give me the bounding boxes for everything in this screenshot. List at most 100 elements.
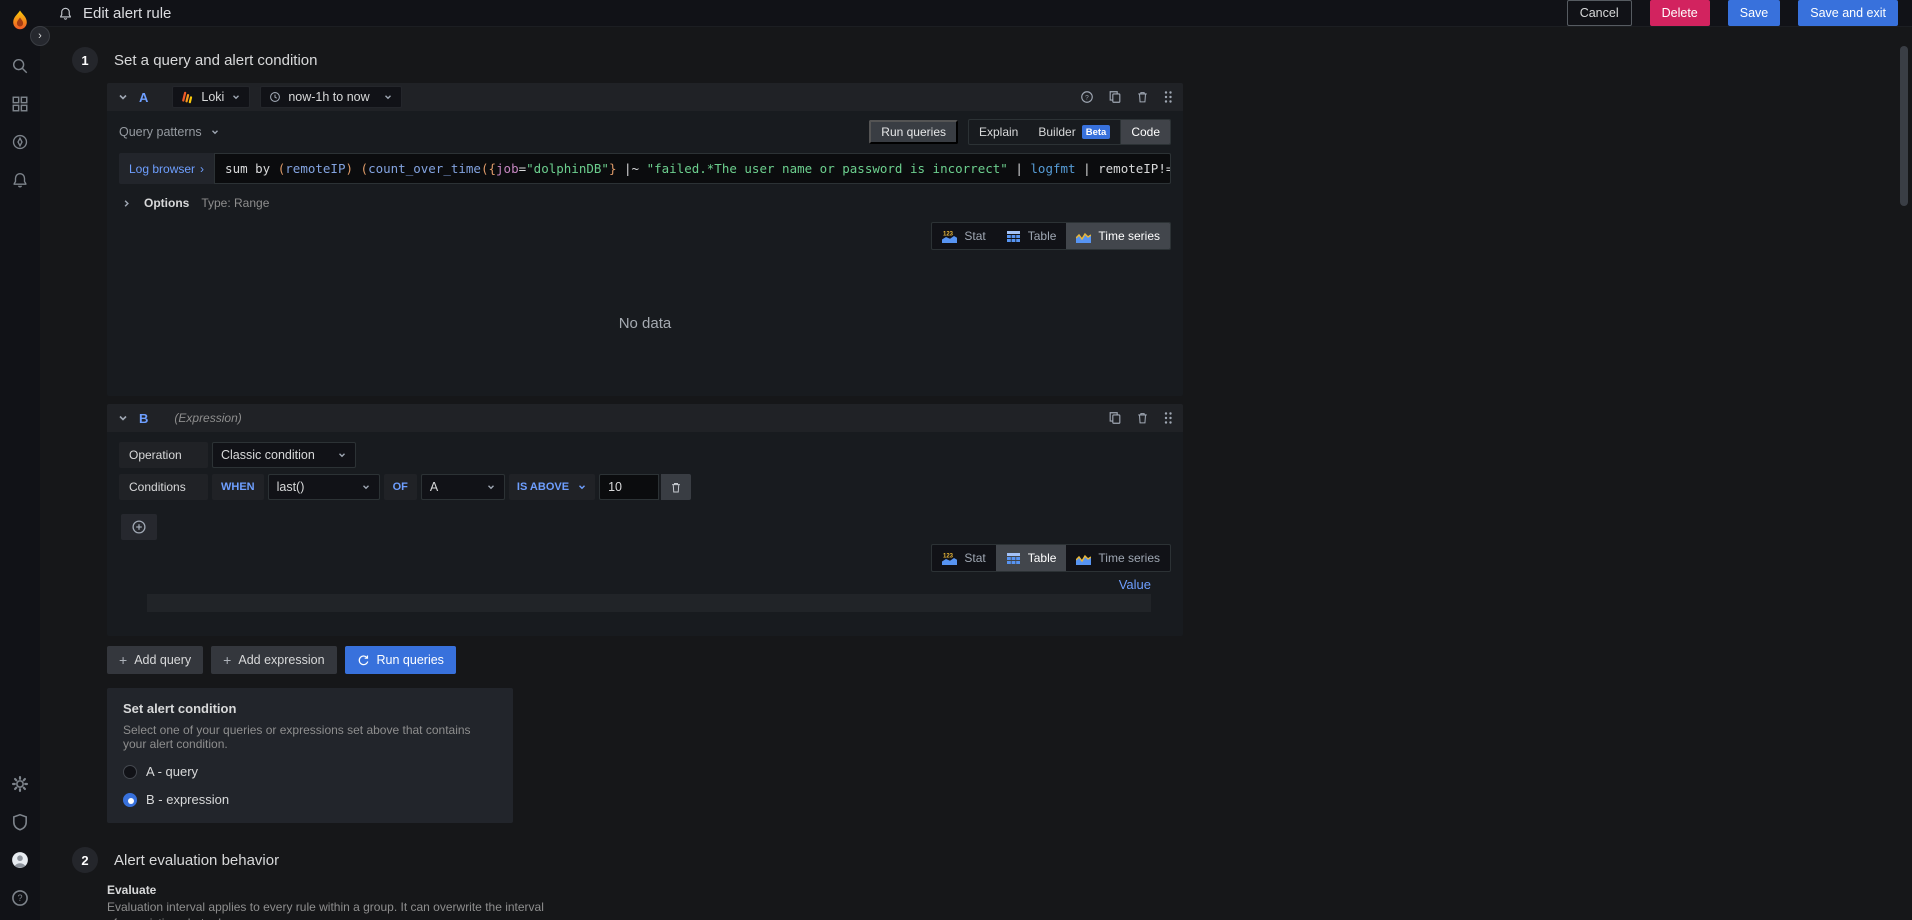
step-2-body: Evaluate Evaluation interval applies to … xyxy=(107,883,1183,920)
collapse-chevron-icon[interactable] xyxy=(117,412,129,424)
cancel-button[interactable]: Cancel xyxy=(1567,0,1632,26)
query-editor: Query patterns Run queries Explain xyxy=(107,111,1183,218)
condition-option-b[interactable]: B - expression xyxy=(123,792,497,807)
chevron-down-icon xyxy=(577,482,587,492)
expression-b-viz-row: 123 Stat Table Time se xyxy=(119,540,1171,572)
step-1-section: 1 Set a query and alert condition A xyxy=(72,47,1912,823)
sidebar-top-icons xyxy=(2,54,38,192)
topbar: Edit alert rule Cancel Delete Save Save … xyxy=(40,0,1912,27)
save-and-exit-button[interactable]: Save and exit xyxy=(1798,0,1898,26)
search-icon[interactable] xyxy=(2,54,38,78)
save-button[interactable]: Save xyxy=(1728,0,1781,26)
reducer-function-select[interactable]: last() xyxy=(268,474,380,500)
duplicate-expression-icon[interactable] xyxy=(1108,411,1122,425)
viz-tab-table[interactable]: Table xyxy=(996,545,1067,571)
operation-label: Operation xyxy=(119,442,208,468)
query-ref-value: A xyxy=(430,480,438,494)
datasource-picker[interactable]: Loki xyxy=(172,86,250,108)
expression-b-body: Operation Classic condition Conditions W… xyxy=(107,432,1183,636)
mode-code[interactable]: Code xyxy=(1120,120,1170,144)
value-column-header[interactable]: Value xyxy=(1119,577,1151,592)
condition-option-b-label: B - expression xyxy=(146,792,229,807)
time-range-label: now-1h to now xyxy=(288,90,369,104)
dashboards-icon[interactable] xyxy=(2,92,38,116)
expression-kind-label: (Expression) xyxy=(174,411,241,425)
table-row xyxy=(147,594,1151,612)
profile-avatar[interactable] xyxy=(2,848,38,872)
svg-text:123: 123 xyxy=(943,231,954,237)
viz-toggle-group-b: 123 Stat Table Time se xyxy=(931,544,1171,572)
add-query-button[interactable]: + Add query xyxy=(107,646,203,674)
remove-query-trash-icon[interactable] xyxy=(1136,90,1149,104)
add-expression-button[interactable]: + Add expression xyxy=(211,646,336,674)
table-icon xyxy=(1006,552,1021,565)
explore-compass-icon[interactable] xyxy=(2,130,38,154)
timeseries-icon xyxy=(1076,552,1091,565)
step-2-title: Alert evaluation behavior xyxy=(114,852,279,869)
delete-button[interactable]: Delete xyxy=(1650,0,1710,26)
plus-icon: + xyxy=(119,652,127,668)
mode-explain[interactable]: Explain xyxy=(969,120,1028,144)
query-a-ref[interactable]: A xyxy=(139,90,148,105)
sidebar-bottom-icons: ? xyxy=(2,772,38,910)
query-a-viz-row: 123 Stat Table Time series xyxy=(107,218,1183,250)
help-icon[interactable]: ? xyxy=(2,886,38,910)
time-range-picker[interactable]: now-1h to now xyxy=(260,86,401,108)
viz-tab-stat[interactable]: 123 Stat xyxy=(932,545,995,571)
remove-condition-trash-button[interactable] xyxy=(661,474,691,500)
mode-builder[interactable]: Builder Beta xyxy=(1028,120,1120,144)
drag-handle-icon[interactable] xyxy=(1163,411,1173,425)
collapse-chevron-icon[interactable] xyxy=(117,91,129,103)
scrollbar[interactable] xyxy=(1900,46,1908,206)
radio-unchecked[interactable] xyxy=(123,765,137,779)
plus-icon: + xyxy=(223,652,231,668)
query-patterns-dropdown[interactable]: Query patterns xyxy=(119,125,220,139)
alerting-bell-icon[interactable] xyxy=(2,168,38,192)
drag-handle-icon[interactable] xyxy=(1163,90,1173,104)
query-patterns-label: Query patterns xyxy=(119,125,202,139)
main-area: Edit alert rule Cancel Delete Save Save … xyxy=(40,0,1912,920)
evaluate-label: Evaluate xyxy=(107,883,1183,897)
radio-checked[interactable] xyxy=(123,793,137,807)
table-footer-space xyxy=(119,612,1171,632)
settings-gear-icon[interactable] xyxy=(2,772,38,796)
threshold-input[interactable] xyxy=(599,474,659,500)
query-expression-input[interactable]: sum by (remoteIP) (count_over_time({job=… xyxy=(214,153,1171,184)
viz-tab-timeseries-label: Time series xyxy=(1098,229,1160,243)
query-input-row: Log browser › sum by (remoteIP) (count_o… xyxy=(119,153,1171,184)
run-queries-small-button[interactable]: Run queries xyxy=(869,120,958,144)
duplicate-query-icon[interactable] xyxy=(1108,90,1122,104)
stat-icon: 123 xyxy=(942,552,957,565)
evaluator-select[interactable]: IS ABOVE xyxy=(509,474,595,500)
remove-expression-trash-icon[interactable] xyxy=(1136,411,1149,425)
operation-select[interactable]: Classic condition xyxy=(212,442,356,468)
add-condition-button[interactable] xyxy=(121,514,157,540)
run-queries-button[interactable]: Run queries xyxy=(345,646,456,674)
alert-rule-bell-icon xyxy=(58,6,73,21)
svg-text:?: ? xyxy=(1085,94,1089,101)
chevron-down-icon xyxy=(486,482,496,492)
viz-tab-timeseries[interactable]: Time series xyxy=(1066,545,1170,571)
server-admin-shield-icon[interactable] xyxy=(2,810,38,834)
sidebar-expand-button[interactable]: › xyxy=(30,26,50,46)
viz-tab-table[interactable]: Table xyxy=(996,223,1067,249)
table-icon xyxy=(1006,230,1021,243)
operation-value: Classic condition xyxy=(221,448,315,462)
expression-b-header: B (Expression) xyxy=(107,404,1183,432)
viz-tab-timeseries[interactable]: Time series xyxy=(1066,223,1170,249)
query-ref-select[interactable]: A xyxy=(421,474,505,500)
grafana-logo-icon[interactable] xyxy=(7,8,33,34)
condition-option-a[interactable]: A - query xyxy=(123,764,497,779)
step-2-header: 2 Alert evaluation behavior xyxy=(72,847,1912,873)
expression-b-panel: B (Expression) xyxy=(107,404,1183,636)
viz-tab-stat[interactable]: 123 Stat xyxy=(932,223,995,249)
content: 1 Set a query and alert condition A xyxy=(40,27,1912,920)
query-help-icon[interactable]: ? xyxy=(1080,90,1094,104)
expression-b-ref[interactable]: B xyxy=(139,411,148,426)
options-label[interactable]: Options xyxy=(144,196,189,210)
viz-tab-table-label: Table xyxy=(1028,551,1057,565)
loki-icon xyxy=(181,91,194,104)
viz-tab-stat-label: Stat xyxy=(964,229,985,243)
chevron-right-icon[interactable] xyxy=(121,198,132,209)
log-browser-button[interactable]: Log browser › xyxy=(119,153,214,184)
